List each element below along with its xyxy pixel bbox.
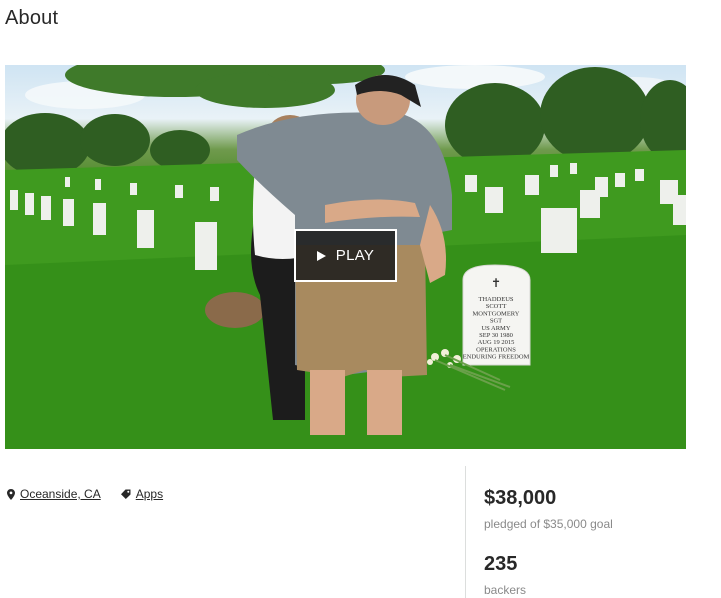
location-label: Oceanside, CA <box>20 487 101 501</box>
divider <box>465 466 466 598</box>
project-meta: Oceanside, CA Apps <box>7 487 163 501</box>
headstone-text-line: ENDURING FREEDOM <box>463 354 530 361</box>
headstone-text-line: OPERATIONS <box>476 346 516 353</box>
backers-caption: backers <box>484 583 527 597</box>
backers-count: 235 <box>484 553 518 575</box>
pledged-amount: $38,000 <box>484 487 557 509</box>
page-title: About <box>5 7 59 29</box>
category-label: Apps <box>135 487 164 501</box>
headstone-text-line: US ARMY <box>481 325 510 332</box>
play-icon <box>316 250 326 261</box>
location-link[interactable]: Oceanside, CA <box>7 487 101 501</box>
headstone-text-line: SEP 30 1980 <box>479 332 513 339</box>
play-label: PLAY <box>335 247 375 264</box>
pledged-caption: pledged of $35,000 goal <box>484 517 613 531</box>
category-link[interactable]: Apps <box>120 487 164 501</box>
headstone-text-line: MONTGOMERY <box>473 310 520 317</box>
project-video[interactable]: ✝ THADDEUS SCOTT MONTGOMERY SGT US ARMY SEP 3… <box>5 65 686 449</box>
headstone-text-line: SGT <box>490 318 502 325</box>
play-button[interactable]: PLAY <box>294 229 397 282</box>
headstone-text-line: THADDEUS <box>478 296 513 303</box>
location-pin-icon <box>7 488 15 500</box>
headstone-text-line: AUG 19 2015 <box>478 339 515 346</box>
tag-icon <box>120 489 131 499</box>
headstone-text-line: SCOTT <box>486 303 507 310</box>
svg-text:✝: ✝ <box>491 276 501 290</box>
